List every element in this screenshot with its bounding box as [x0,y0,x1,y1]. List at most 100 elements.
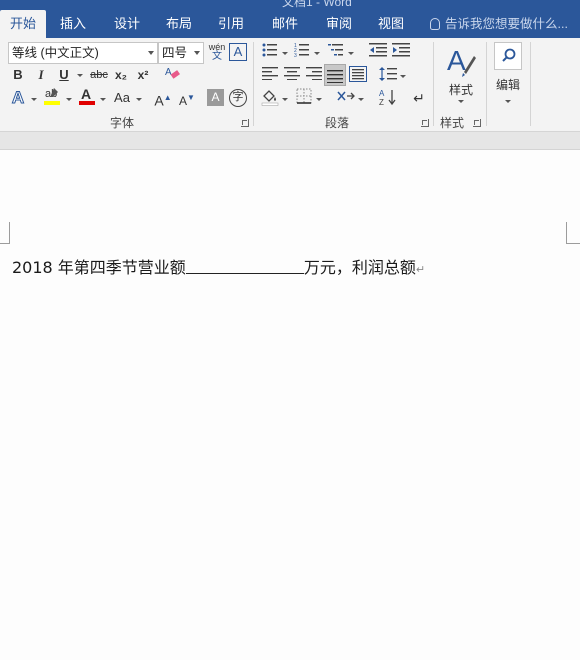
bold-button[interactable]: B [8,65,28,85]
character-shading-button[interactable]: A [207,89,224,106]
subscript-button[interactable]: x₂ [111,65,131,85]
align-center-icon [284,67,300,81]
group-separator [486,42,487,126]
shrink-font-label: A [179,94,188,108]
align-center-button[interactable] [282,66,302,86]
eraser-icon: A [165,67,180,79]
ruler-band [0,132,580,150]
change-case-button[interactable]: Aa [110,88,134,108]
font-color-icon: A [79,86,95,105]
distributed-icon [349,66,367,82]
borders-dropdown-icon[interactable] [316,98,322,101]
font-size-value: 四号 [162,46,188,60]
shading-dropdown-icon[interactable] [282,98,288,101]
svg-text:A: A [165,67,172,78]
crop-mark-right [566,222,580,244]
multilevel-list-button[interactable] [326,42,346,62]
change-case-dropdown-icon[interactable] [136,98,142,101]
chinese-layout-button[interactable] [336,88,356,108]
styles-dropdown-icon [458,100,464,103]
underline-button[interactable]: U [54,65,74,85]
grow-font-button[interactable]: A▲ [153,88,173,109]
search-icon [494,42,522,70]
borders-icon [296,88,312,104]
strikethrough-button[interactable]: abc [87,65,111,85]
sort-icon: A Z [379,89,396,107]
paragraph-mark: ↵ [415,263,426,276]
distributed-button[interactable] [348,66,368,86]
numbering-dropdown-icon[interactable] [314,52,320,55]
editing-button[interactable]: 编辑 [492,42,524,108]
increase-indent-button[interactable] [391,42,411,62]
ribbon-tab-bar: 开始 插入 设计 布局 引用 邮件 审阅 视图 告诉我您想要做什么... [0,10,580,38]
chinese-layout-dropdown-icon[interactable] [358,98,364,101]
chevron-down-icon [148,51,154,55]
styles-dialog-launcher[interactable] [473,119,481,127]
justify-icon [327,70,343,84]
tab-home[interactable]: 开始 [0,10,46,38]
font-color-dropdown-icon[interactable] [100,98,106,101]
character-border-button[interactable]: A [229,43,247,61]
chevron-down-icon [194,51,200,55]
text-effects-dropdown-icon[interactable] [31,98,37,101]
group-separator [253,42,254,126]
bullets-button[interactable] [260,42,280,62]
enclose-characters-button[interactable]: 字 [229,89,247,107]
line-spacing-button[interactable] [378,66,398,86]
underline-dropdown-icon[interactable] [77,74,83,77]
svg-text:A: A [447,45,466,76]
italic-button[interactable]: I [31,65,51,85]
svg-text:Z: Z [379,98,384,106]
document-page[interactable]: 2018 年第四季节营业额 万元，利润总额↵ [0,150,580,660]
phonetic-bottom: 文 [212,51,222,62]
align-right-button[interactable] [304,66,324,86]
tell-me-box[interactable]: 告诉我您想要做什么... [430,10,568,38]
tab-view[interactable]: 视图 [370,10,412,38]
highlight-dropdown-icon[interactable] [66,98,72,101]
text-effects-button[interactable]: A [8,88,28,108]
show-formatting-marks-button[interactable]: ↵ [409,88,429,108]
crop-mark-left [0,222,10,244]
lightbulb-icon [430,18,440,30]
paragraph-dialog-launcher[interactable] [421,119,429,127]
phonetic-guide-button[interactable]: wén 文 [207,42,227,64]
bullet-list-icon [262,43,277,57]
grow-font-label: A [154,92,164,109]
styles-button[interactable]: A 样式 [440,42,482,108]
title-bar: 文档1 - Word [0,0,580,10]
styles-label: 样式 [448,83,473,97]
decrease-indent-button[interactable] [368,42,388,62]
group-separator [530,42,531,126]
tab-references[interactable]: 引用 [210,10,252,38]
document-text-line[interactable]: 2018 年第四季节营业额 万元，利润总额↵ [12,254,425,278]
shading-button[interactable] [260,88,280,108]
fill-in-blank [185,260,304,274]
tab-layout[interactable]: 布局 [158,10,200,38]
svg-text:A: A [379,89,385,98]
tab-insert[interactable]: 插入 [52,10,94,38]
svg-text:A: A [81,86,91,102]
tab-design[interactable]: 设计 [106,10,148,38]
superscript-button[interactable]: x² [133,65,153,85]
numbering-button[interactable]: 1 2 3 [292,42,312,62]
shrink-font-button[interactable]: A▼ [177,88,197,108]
font-dialog-launcher[interactable] [241,119,249,127]
svg-text:3: 3 [294,53,297,58]
clear-formatting-button[interactable]: A [162,65,182,85]
font-color-button[interactable]: A [77,86,97,106]
font-group-label: 字体 [110,116,135,130]
tab-review[interactable]: 审阅 [318,10,360,38]
highlight-button[interactable]: ab [42,86,62,106]
paint-bucket-icon [261,90,279,106]
multilevel-dropdown-icon[interactable] [348,52,354,55]
font-name-combo[interactable]: 等线 (中文正文) [8,42,158,64]
sort-button[interactable]: A Z [378,88,398,108]
align-left-button[interactable] [260,66,280,86]
tab-mailings[interactable]: 邮件 [264,10,306,38]
justify-button[interactable] [324,64,346,86]
align-left-icon [262,67,278,81]
font-size-combo[interactable]: 四号 [158,42,204,64]
bullets-dropdown-icon[interactable] [282,52,288,55]
line-spacing-dropdown-icon[interactable] [400,75,406,78]
borders-button[interactable] [294,88,314,108]
